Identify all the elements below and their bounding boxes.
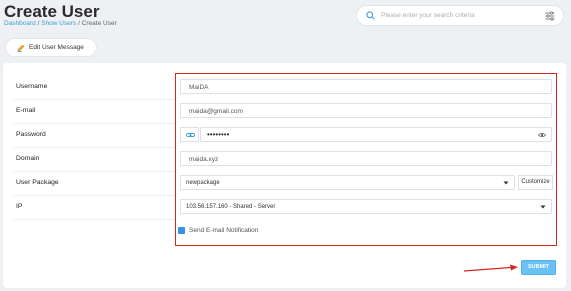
row-divider — [14, 99, 174, 100]
breadcrumb-dashboard-link[interactable]: Dashboard — [4, 20, 36, 27]
domain-label: Domain — [16, 155, 40, 162]
breadcrumb: Dashboard / Show Users / Create User — [4, 20, 117, 27]
password-label: Password — [16, 131, 46, 138]
row-divider — [14, 123, 174, 124]
eye-icon[interactable] — [538, 131, 546, 139]
username-field[interactable]: MaiDA — [180, 79, 552, 94]
search-bar[interactable]: Please enter your search criteria — [356, 5, 564, 26]
password-field[interactable]: •••••••• — [200, 127, 552, 142]
user-package-select[interactable]: newpackage — [180, 175, 515, 190]
red-arrow-icon — [463, 264, 518, 272]
ip-select[interactable]: 103.56.157.160 - Shared - Server — [180, 199, 552, 214]
row-divider — [14, 171, 174, 172]
domain-value: maida.xyz — [189, 155, 219, 163]
user-package-value: newpackage — [186, 179, 220, 186]
submit-button[interactable]: SUBMIT — [521, 260, 556, 275]
username-label: Username — [16, 83, 48, 90]
email-value: maida@gmail.com — [189, 107, 243, 115]
check-icon — [178, 234, 185, 239]
breadcrumb-users-link[interactable]: Show Users — [41, 20, 76, 27]
domain-field[interactable]: maida.xyz — [180, 151, 552, 166]
edit-user-message-label: Edit User Message — [29, 44, 84, 51]
send-email-notification-checkbox[interactable] — [178, 227, 185, 239]
generate-password-button[interactable] — [180, 127, 199, 142]
send-email-notification-label[interactable]: Send E-mail Notification — [189, 227, 258, 234]
row-divider — [14, 195, 174, 196]
ip-label: IP — [16, 203, 23, 210]
email-field[interactable]: maida@gmail.com — [180, 103, 552, 118]
email-label: E-mail — [16, 107, 36, 114]
row-divider — [14, 147, 174, 148]
password-value: •••••••• — [207, 130, 230, 139]
link-icon — [186, 133, 195, 137]
edit-user-message-button[interactable]: Edit User Message — [5, 38, 97, 57]
sliders-icon[interactable] — [545, 11, 555, 21]
page-title: Create User — [4, 2, 100, 21]
search-input[interactable]: Please enter your search criteria — [381, 12, 475, 19]
pencil-icon — [17, 44, 25, 52]
ip-value: 103.56.157.160 - Shared - Server — [186, 203, 276, 210]
chevron-down-icon — [503, 181, 509, 185]
chevron-down-icon — [540, 205, 546, 209]
username-value: MaiDA — [189, 83, 209, 91]
user-package-label: User Package — [16, 179, 59, 186]
customize-button[interactable]: Customize — [518, 175, 553, 190]
row-divider — [14, 219, 174, 220]
search-icon — [366, 11, 375, 20]
breadcrumb-current: Create User — [81, 20, 117, 27]
